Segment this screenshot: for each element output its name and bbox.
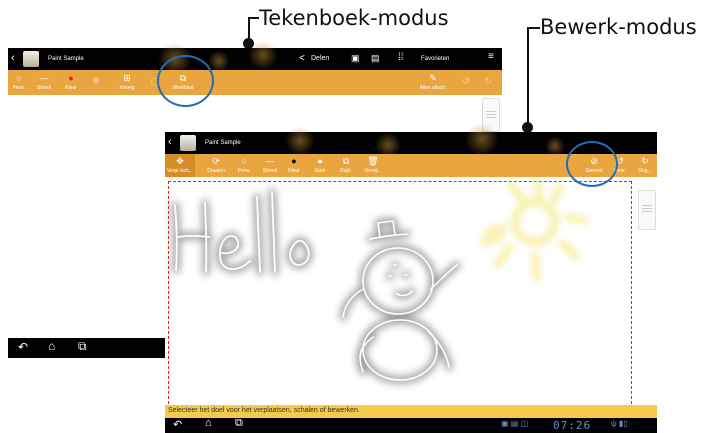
tool-brush[interactable]: ○ Pens. bbox=[235, 154, 253, 177]
app-icon bbox=[180, 135, 196, 151]
home-icon[interactable]: ⌂ bbox=[48, 339, 55, 353]
share-button[interactable]: Delen bbox=[311, 55, 329, 62]
top-app-navbar: ↶ ⌂ ⧉ bbox=[8, 338, 165, 358]
insert-icon: ⊞ bbox=[123, 73, 131, 83]
redo-icon: ↻ bbox=[641, 156, 649, 166]
favorites-dropdown[interactable]: Favorieten bbox=[421, 56, 449, 62]
callout-tekenboek-label: Tekenboek-modus bbox=[259, 6, 449, 30]
drawing-canvas[interactable] bbox=[165, 177, 657, 409]
back-nav-icon[interactable]: ↶ bbox=[173, 418, 182, 431]
back-icon[interactable]: ‹ bbox=[168, 136, 172, 148]
color-dot-icon: ● bbox=[68, 73, 74, 83]
circle-icon: ○ bbox=[241, 156, 247, 166]
move-icon: ✥ bbox=[176, 156, 184, 166]
color-dot-icon: ● bbox=[291, 156, 297, 166]
tool-stroke[interactable]: — Streek bbox=[34, 70, 54, 95]
status-message: Selecteer het doel voor het verplaatsen,… bbox=[168, 407, 360, 414]
notification-icons: ▣ ▤ ◫ bbox=[501, 419, 529, 428]
battery-icon: ψ ▮▯ bbox=[611, 419, 628, 428]
app-title: Paint Sample bbox=[48, 56, 84, 62]
tool-redo[interactable]: ↻ Ong... bbox=[635, 154, 655, 177]
disabled-icon: ✺ bbox=[92, 76, 100, 86]
gereed-highlight bbox=[566, 141, 618, 187]
drawing bbox=[171, 179, 588, 384]
top-app-titlebar: ‹ Paint Sample < Delen ▣ ▤ ⁞⁞ Favorieten… bbox=[8, 40, 502, 76]
menu-icon[interactable]: ≡ bbox=[488, 51, 494, 62]
tool-delete[interactable]: 🗑 Verwij... bbox=[362, 154, 384, 177]
tool-color[interactable]: ● Kleur bbox=[63, 70, 79, 95]
recent-apps-icon[interactable]: ⧉ bbox=[78, 339, 87, 354]
edit-scroll-handle[interactable] bbox=[638, 190, 656, 230]
tool-eraser[interactable]: ● Gum bbox=[312, 154, 328, 177]
clock: 07:26 bbox=[553, 419, 592, 432]
app-icon bbox=[23, 51, 39, 67]
save-page-icon[interactable]: ▤ bbox=[371, 53, 380, 64]
callout-leader-bewerk bbox=[527, 27, 540, 130]
home-icon[interactable]: ⌂ bbox=[205, 417, 212, 429]
circle-icon: ○ bbox=[16, 73, 22, 83]
tool-rotate[interactable]: ⟳ Draaien bbox=[205, 154, 227, 177]
app-title: Paint Sample bbox=[205, 140, 241, 146]
duplicate-icon: ⧉ bbox=[342, 156, 350, 166]
tool-disabled-1: ✺ bbox=[90, 70, 102, 95]
grid-icon[interactable]: ⁞⁞ bbox=[398, 52, 404, 63]
stroke-icon: — bbox=[265, 156, 275, 166]
tool-move-scale[interactable]: ✥ Verpl./sch... bbox=[165, 154, 195, 177]
back-nav-icon[interactable]: ↶ bbox=[18, 340, 28, 354]
tool-color[interactable]: ● Kleur bbox=[286, 154, 302, 177]
eraser-icon: ✎ bbox=[429, 73, 437, 83]
share-icon[interactable]: < bbox=[299, 53, 305, 64]
hello-drawing bbox=[171, 188, 313, 276]
snowman-drawing bbox=[339, 217, 461, 384]
edit-app-navbar: ↶ ⌂ ⧉ ▣ ▤ ◫ 07:26 ψ ▮▯ bbox=[165, 417, 657, 433]
back-icon[interactable]: ‹ bbox=[11, 52, 15, 64]
redo-icon: ↻ bbox=[484, 76, 492, 86]
new-page-icon[interactable]: ▣ bbox=[351, 53, 360, 64]
tool-redo-disabled: ↻ bbox=[482, 70, 494, 95]
werkblad-highlight bbox=[157, 55, 214, 107]
tool-stroke[interactable]: — Streek bbox=[260, 154, 280, 177]
tool-insert[interactable]: ⊞ Invoeg bbox=[117, 70, 137, 95]
stroke-icon: — bbox=[39, 73, 49, 83]
undo-icon: ↺ bbox=[462, 76, 470, 86]
rotate-icon: ⟳ bbox=[212, 156, 220, 166]
delete-icon: 🗑 bbox=[367, 156, 379, 166]
callout-bewerk-label: Bewerk-modus bbox=[540, 15, 697, 39]
tool-duplicate[interactable]: ⧉ Dupl. bbox=[338, 154, 354, 177]
top-app-toolbar: ○ Pens. — Streek ● Kleur ✺ ⊞ Invoeg ▢ ⧉ … bbox=[8, 70, 502, 95]
recent-apps-icon[interactable]: ⧉ bbox=[235, 417, 243, 430]
tool-brush[interactable]: ○ Pens. bbox=[10, 70, 28, 95]
sun-drawing bbox=[480, 179, 588, 282]
eraser-icon: ● bbox=[317, 156, 323, 166]
tool-undo-disabled: ↺ bbox=[460, 70, 472, 95]
tool-clear-all[interactable]: ✎ Alles uitsch. bbox=[416, 70, 450, 95]
